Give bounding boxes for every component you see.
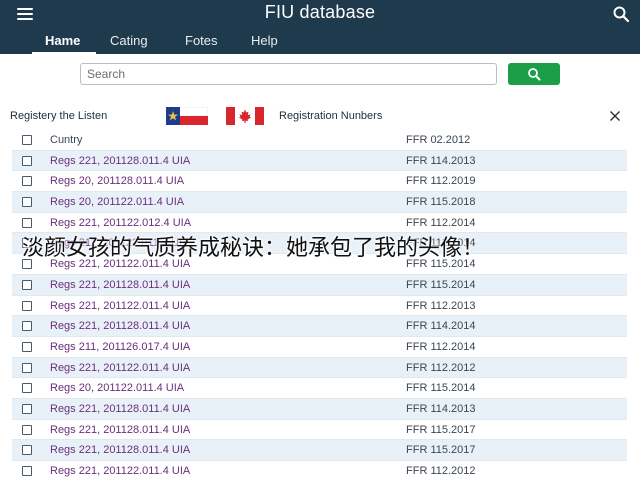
table-row[interactable]: Regs 221, 201128.011.4 UIA FFR 115.2017 (12, 420, 627, 441)
row-registration-name[interactable]: Regs 221, 201122.011.4 UIA (50, 300, 190, 312)
row-registration-number: FFR 112.2013 (406, 299, 476, 312)
select-all-checkbox[interactable] (22, 135, 32, 145)
row-checkbox[interactable] (22, 279, 32, 290)
row-registration-number: FFR 112.2014 (406, 340, 476, 353)
row-checkbox[interactable] (22, 403, 32, 414)
row-registration-number: FFR 115.2014 (406, 278, 476, 291)
row-checkbox[interactable] (22, 383, 32, 394)
row-registration-number: FFR 115.2017 (406, 444, 476, 457)
table-row[interactable]: Regs 20, 201122.011.4 UIA FFR 115.2014 (12, 378, 627, 399)
row-registration-number: FFR 115.2017 (406, 423, 476, 436)
tab-cating[interactable]: Cating (110, 33, 148, 48)
row-checkbox[interactable] (22, 341, 32, 352)
row-registration-name[interactable]: Regs 20, 201122.011.4 UIA (50, 382, 184, 394)
row-registration-name[interactable]: Regs 221, 201128.011.4 UIA (50, 403, 190, 415)
row-registration-number: FFR 112.2012 (406, 361, 476, 374)
table-row[interactable]: Regs 221, 201128.011.4 UIA FFR 114.2014 (12, 316, 627, 337)
caption-overlay: 淡颜女孩的气质养成秘诀：她承包了我的头像！ (0, 226, 640, 261)
row-checkbox[interactable] (22, 321, 32, 332)
table-row[interactable]: Regs 20, 201128.011.4 UIA FFR 112.2019 (12, 171, 627, 193)
table-row[interactable]: Regs 221, 201122.011.4 UIA FFR 112.2013 (12, 296, 627, 317)
close-icon[interactable] (609, 110, 621, 122)
table-row[interactable]: Regs 221, 201128.011.4 UIA FFR 115.2017 (12, 440, 627, 461)
tab-help[interactable]: Help (251, 33, 278, 48)
row-registration-number: FFR 114.2014 (406, 320, 476, 333)
texas-flag-icon (166, 107, 208, 125)
registry-table: Cuntry FFR 02.2012 Regs 221, 201128.011.… (12, 130, 627, 480)
section-header: Registery the Listen Registration Nunber… (0, 104, 640, 128)
column-header-country: Cuntry (50, 134, 83, 146)
row-registration-number: FFR 115.2018 (406, 196, 476, 209)
app-title: FIU database (264, 2, 376, 22)
table-row[interactable]: Regs 221, 201122.011.4 UIA FFR 112.2012 (12, 461, 627, 480)
search-input[interactable] (80, 63, 497, 85)
search-icon (528, 68, 541, 81)
search-button[interactable] (508, 63, 560, 85)
search-icon[interactable] (612, 5, 630, 23)
row-registration-name[interactable]: Regs 20, 201128.011.4 UIA (50, 175, 184, 187)
row-checkbox[interactable] (22, 445, 32, 456)
row-checkbox[interactable] (22, 155, 32, 166)
row-checkbox[interactable] (22, 362, 32, 373)
tab-home[interactable]: Hame (45, 33, 80, 48)
row-registration-name[interactable]: Regs 221, 201128.011.4 UIA (50, 279, 190, 291)
section-title: Registery the Listen (10, 110, 108, 122)
caption-text: 淡颜女孩的气质养成秘诀：她承包了我的头像！ (22, 236, 485, 261)
table-row[interactable]: Regs 20, 201122.011.4 UIA FFR 115.2018 (12, 192, 627, 213)
row-registration-number: FFR 112.2019 (406, 175, 476, 188)
table-row[interactable]: Regs 221, 201122.011.4 UIA FFR 112.2012 (12, 357, 627, 379)
table-row[interactable]: Regs 221, 201128.011.4 UIA FFR 114.2013 (12, 150, 627, 172)
row-registration-name[interactable]: Regs 20, 201122.011.4 UIA (50, 196, 184, 208)
active-tab-indicator (32, 52, 96, 54)
table-row[interactable]: Regs 211, 201126.017.4 UIA FFR 112.2014 (12, 337, 627, 358)
row-checkbox[interactable] (22, 176, 32, 187)
table-row[interactable]: Regs 221, 201128.011.4 UIA FFR 115.2014 (12, 274, 627, 296)
row-checkbox[interactable] (22, 466, 32, 476)
row-checkbox[interactable] (22, 197, 32, 208)
row-registration-name[interactable]: Regs 221, 201122.011.4 UIA (50, 362, 190, 374)
column-header-number: FFR 02.2012 (406, 134, 471, 146)
table-header-row: Cuntry FFR 02.2012 (12, 130, 627, 151)
row-registration-number: FFR 114.2013 (406, 402, 476, 415)
nav-tabs: Hame Cating Fotes Help (0, 28, 640, 54)
row-registration-name[interactable]: Regs 221, 201122.011.4 UIA (50, 465, 190, 477)
row-checkbox[interactable] (22, 424, 32, 435)
row-registration-name[interactable]: Regs 211, 201126.017.4 UIA (50, 341, 190, 353)
row-registration-number: FFR 115.2014 (406, 382, 476, 395)
table-row[interactable]: Regs 221, 201128.011.4 UIA FFR 114.2013 (12, 398, 627, 420)
tab-fotes[interactable]: Fotes (185, 33, 218, 48)
row-registration-number: FFR 112.2012 (406, 465, 476, 477)
row-checkbox[interactable] (22, 300, 32, 311)
top-app-bar: FIU database Hame Cating Fotes Help (0, 0, 640, 54)
row-registration-number: FFR 114.2013 (406, 154, 476, 167)
canada-flag-icon (226, 107, 264, 125)
row-registration-name[interactable]: Regs 221, 201128.011.4 UIA (50, 320, 190, 332)
row-registration-name[interactable]: Regs 221, 201128.011.4 UIA (50, 444, 190, 456)
row-registration-name[interactable]: Regs 221, 201128.011.4 UIA (50, 424, 190, 436)
row-registration-name[interactable]: Regs 221, 201128.011.4 UIA (50, 155, 190, 167)
registration-numbers-label: Registration Nunbers (279, 110, 383, 122)
